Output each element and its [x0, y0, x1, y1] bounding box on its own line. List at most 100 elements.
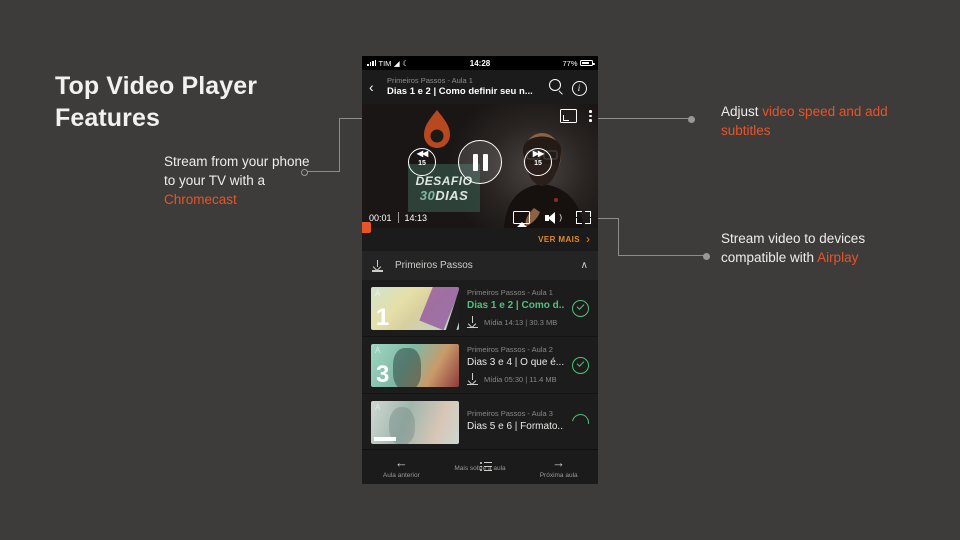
- app-header-subtitle: Primeiros Passos - Aula 1: [387, 75, 473, 85]
- lesson-meta: Primeiros Passos - Aula 3 Dias 5 e 6 | F…: [467, 409, 564, 434]
- lesson-supertitle: Primeiros Passos - Aula 1: [467, 287, 553, 297]
- battery-percent-label: 77%: [562, 58, 578, 68]
- lesson-title: Dias 5 e 6 | Formato...: [467, 421, 564, 433]
- thumbnail-number: 1: [376, 303, 390, 330]
- page-title: Top Video Player Features: [55, 70, 345, 134]
- info-icon: i: [571, 81, 587, 96]
- nav-previous-lesson[interactable]: ← Aula anterior: [362, 456, 441, 479]
- section-title: Primeiros Passos: [395, 260, 473, 271]
- video-player[interactable]: DESAFIO 30DIAS ◀◀ 15 ▶▶ 15 00:01 14:13): [362, 104, 598, 228]
- kebab-menu-icon[interactable]: [589, 110, 592, 122]
- slide-canvas: Top Video Player Features Stream from yo…: [0, 0, 960, 540]
- page-title-line1: Top Video Player: [55, 72, 258, 100]
- lesson-thumbnail: A: [371, 400, 459, 444]
- rewind-15-label: 15: [418, 160, 426, 167]
- pause-button[interactable]: [458, 140, 502, 184]
- thumbnail-strip: [374, 436, 396, 441]
- volume-icon[interactable]: ): [545, 211, 562, 224]
- list-item[interactable]: A 1 Primeiros Passos - Aula 1 Dias 1 e 2…: [362, 280, 598, 337]
- lesson-supertitle: Primeiros Passos - Aula 3: [467, 409, 553, 419]
- thumbnail-tag: A: [375, 402, 381, 412]
- search-button[interactable]: [543, 78, 567, 96]
- lesson-download-row[interactable]: Mídia 05:30 | 11.4 MB: [467, 373, 564, 386]
- lesson-thumbnail: A 1: [371, 286, 459, 330]
- connector-airplay-endpoint: [703, 253, 710, 260]
- video-bottom-right-controls: ): [513, 211, 591, 224]
- info-button[interactable]: i: [567, 78, 591, 96]
- lesson-thumbnail: A 3: [371, 343, 459, 387]
- airplay-icon[interactable]: [513, 211, 530, 224]
- status-bar: TIM ◢ ☾ 14:28 77%: [362, 56, 598, 70]
- callout-video-speed-lead: Adjust: [721, 104, 763, 119]
- callout-chromecast-lead: Stream from your phone to your TV with a: [164, 154, 310, 189]
- thumbnail-number: 3: [376, 360, 390, 387]
- chevron-right-icon: ›: [586, 232, 590, 246]
- list-item[interactable]: A 3 Primeiros Passos - Aula 2 Dias 3 e 4…: [362, 337, 598, 394]
- status-badge: [568, 410, 593, 434]
- chevron-up-icon[interactable]: ∧: [581, 260, 588, 271]
- forward-15-button[interactable]: ▶▶ 15: [524, 148, 552, 176]
- lesson-download-row[interactable]: Mídia 14:13 | 30.3 MB: [467, 316, 564, 329]
- timecode-divider: [397, 212, 399, 223]
- download-icon[interactable]: [467, 373, 478, 386]
- video-top-controls: [560, 109, 592, 123]
- phone-screenshot: TIM ◢ ☾ 14:28 77% ‹ Primeiros Passos - A…: [362, 56, 598, 484]
- status-badge: [572, 356, 589, 374]
- video-timecode: 00:01 14:13: [369, 212, 427, 223]
- lesson-media-info: Mídia 05:30 | 11.4 MB: [484, 374, 557, 384]
- course-badge-suffix: DIAS: [435, 187, 469, 203]
- search-icon: [549, 79, 561, 91]
- app-header-titles: Primeiros Passos - Aula 1 Dias 1 e 2 | C…: [385, 76, 543, 99]
- callout-chromecast-highlight: Chromecast: [164, 192, 237, 208]
- battery-icon: [580, 59, 595, 67]
- duration-label: 14:13: [404, 212, 428, 223]
- lesson-title: Dias 1 e 2 | Como d...: [467, 299, 564, 311]
- status-bar-right: 77%: [562, 58, 595, 68]
- forward-15-label: 15: [534, 160, 542, 167]
- back-button[interactable]: ‹: [369, 80, 385, 94]
- video-center-controls: ◀◀ 15 ▶▶ 15: [362, 140, 598, 184]
- chromecast-icon[interactable]: [560, 109, 577, 123]
- status-badge: [572, 299, 589, 317]
- nav-next-lesson[interactable]: → Próxima aula: [519, 456, 598, 479]
- connector-chromecast-endpoint: [301, 169, 308, 176]
- callout-airplay: Stream video to devices compatible with …: [721, 229, 901, 267]
- lesson-title: Dias 3 e 4 | O que é...: [467, 356, 564, 368]
- lesson-meta: Primeiros Passos - Aula 2 Dias 3 e 4 | O…: [467, 344, 564, 386]
- callout-chromecast: Stream from your phone to your TV with a…: [164, 152, 324, 209]
- rewind-arrow-icon: ◀◀: [416, 149, 428, 158]
- lesson-list: A 1 Primeiros Passos - Aula 1 Dias 1 e 2…: [362, 280, 598, 451]
- section-header-primeiros-passos[interactable]: Primeiros Passos ∧: [362, 250, 598, 280]
- page-title-line2: Features: [55, 104, 161, 132]
- video-bottom-controls: 00:01 14:13 ): [362, 211, 598, 224]
- forward-arrow-icon: ▶▶: [532, 149, 544, 158]
- list-item[interactable]: A Primeiros Passos - Aula 3 Dias 5 e 6 |…: [362, 394, 598, 451]
- connector-chromecast-segment-bottom: [306, 171, 340, 172]
- ver-mais-bar[interactable]: VER MAIS ›: [362, 222, 598, 250]
- rewind-15-button[interactable]: ◀◀ 15: [408, 148, 436, 176]
- connector-video-speed-segment: [590, 118, 690, 119]
- arrow-right-icon: →: [552, 454, 566, 470]
- callout-airplay-highlight: Airplay: [817, 250, 859, 266]
- app-header: ‹ Primeiros Passos - Aula 1 Dias 1 e 2 |…: [362, 70, 598, 104]
- connector-airplay-segment-bottom: [618, 255, 705, 256]
- nav-next-lesson-label: Próxima aula: [539, 471, 578, 479]
- fullscreen-icon[interactable]: [576, 211, 591, 224]
- lesson-meta: Primeiros Passos - Aula 1 Dias 1 e 2 | C…: [467, 287, 564, 329]
- lesson-supertitle: Primeiros Passos - Aula 2: [467, 344, 553, 354]
- current-time-label: 00:01: [369, 212, 392, 223]
- thumbnail-tag: A: [375, 345, 381, 355]
- nav-previous-lesson-label: Aula anterior: [382, 471, 420, 479]
- nav-more-about-lesson[interactable]: Mais sobre a aula: [441, 461, 520, 472]
- course-badge-number: 30: [419, 187, 436, 203]
- download-icon[interactable]: [467, 316, 478, 329]
- connector-chromecast-segment-vertical: [339, 118, 340, 172]
- download-icon[interactable]: [372, 259, 383, 272]
- course-badge-line2: 30DIAS: [420, 189, 469, 202]
- app-header-title: Dias 1 e 2 | Como definir seu n...: [387, 85, 533, 97]
- thumbnail-tag: A: [375, 288, 381, 298]
- callout-video-speed: Adjust video speed and add subtitles: [721, 102, 901, 140]
- lesson-media-info: Mídia 14:13 | 30.3 MB: [484, 317, 558, 327]
- arrow-left-icon: ←: [394, 454, 408, 470]
- connector-video-speed-endpoint: [688, 116, 695, 123]
